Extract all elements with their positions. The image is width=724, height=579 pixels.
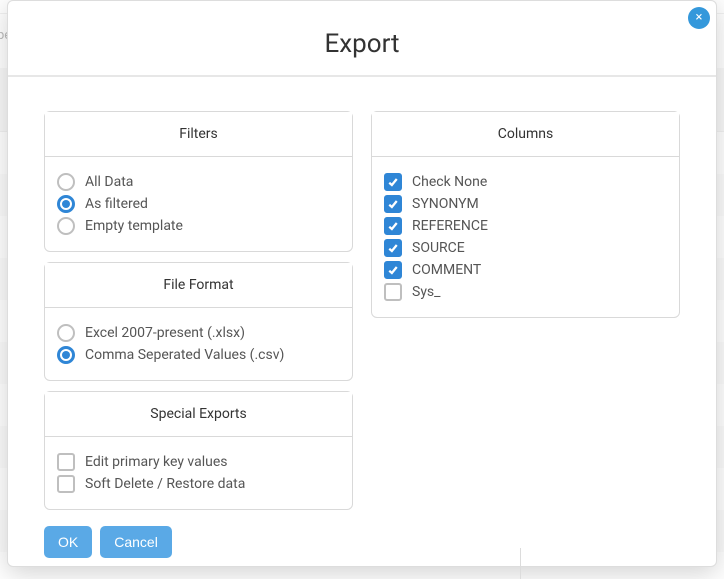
option-label: COMMENT <box>412 262 481 278</box>
checkbox-icon <box>384 173 402 191</box>
format-option-csv[interactable]: Comma Seperated Values (.csv) <box>57 344 340 366</box>
special-option-edit-pk[interactable]: Edit primary key values <box>57 451 340 473</box>
column-option-check-none[interactable]: Check None <box>384 171 667 193</box>
option-label: SOURCE <box>412 240 465 256</box>
columns-header: Columns <box>372 112 679 157</box>
radio-icon <box>57 324 75 342</box>
export-modal: × Export Filters All Data As filtered <box>7 0 717 567</box>
option-label: REFERENCE <box>412 218 488 234</box>
radio-icon <box>57 217 75 235</box>
columns-section: Columns Check None SYNONYM REFERENCE <box>371 111 680 318</box>
option-label: Soft Delete / Restore data <box>85 476 245 492</box>
radio-icon <box>57 173 75 191</box>
filters-header: Filters <box>45 112 352 157</box>
close-button[interactable]: × <box>688 7 710 29</box>
checkbox-icon <box>57 453 75 471</box>
ok-button[interactable]: OK <box>44 526 92 558</box>
left-column: Filters All Data As filtered Empty templ… <box>44 111 353 558</box>
file-format-header: File Format <box>45 263 352 308</box>
special-option-soft-delete[interactable]: Soft Delete / Restore data <box>57 473 340 495</box>
right-column: Columns Check None SYNONYM REFERENCE <box>371 111 680 328</box>
checkbox-icon <box>384 283 402 301</box>
option-label: Sys_ <box>412 284 440 300</box>
filters-section: Filters All Data As filtered Empty templ… <box>44 111 353 252</box>
filters-option-empty-template[interactable]: Empty template <box>57 215 340 237</box>
checkbox-icon <box>384 239 402 257</box>
checkbox-icon <box>384 261 402 279</box>
column-option-sys[interactable]: Sys_ <box>384 281 667 303</box>
filters-option-all-data[interactable]: All Data <box>57 171 340 193</box>
column-option-reference[interactable]: REFERENCE <box>384 215 667 237</box>
radio-icon <box>57 195 75 213</box>
cancel-button[interactable]: Cancel <box>100 526 172 558</box>
column-option-synonym[interactable]: SYNONYM <box>384 193 667 215</box>
special-exports-header: Special Exports <box>45 392 352 437</box>
special-exports-section: Special Exports Edit primary key values … <box>44 391 353 510</box>
option-label: Excel 2007-present (.xlsx) <box>85 325 245 341</box>
filters-option-as-filtered[interactable]: As filtered <box>57 193 340 215</box>
column-option-source[interactable]: SOURCE <box>384 237 667 259</box>
option-label: As filtered <box>85 196 148 212</box>
option-label: All Data <box>85 174 133 190</box>
option-label: Empty template <box>85 218 183 234</box>
file-format-section: File Format Excel 2007-present (.xlsx) C… <box>44 262 353 381</box>
modal-title: Export <box>8 1 716 77</box>
button-row: OK Cancel <box>44 520 353 558</box>
format-option-xlsx[interactable]: Excel 2007-present (.xlsx) <box>57 322 340 344</box>
checkbox-icon <box>384 195 402 213</box>
checkbox-icon <box>384 217 402 235</box>
close-icon: × <box>696 10 703 25</box>
bg-divider <box>520 548 521 579</box>
option-label: SYNONYM <box>412 196 479 212</box>
radio-icon <box>57 346 75 364</box>
checkbox-icon <box>57 475 75 493</box>
column-option-comment[interactable]: COMMENT <box>384 259 667 281</box>
option-label: Check None <box>412 174 487 190</box>
option-label: Edit primary key values <box>85 454 228 470</box>
option-label: Comma Seperated Values (.csv) <box>85 347 284 363</box>
